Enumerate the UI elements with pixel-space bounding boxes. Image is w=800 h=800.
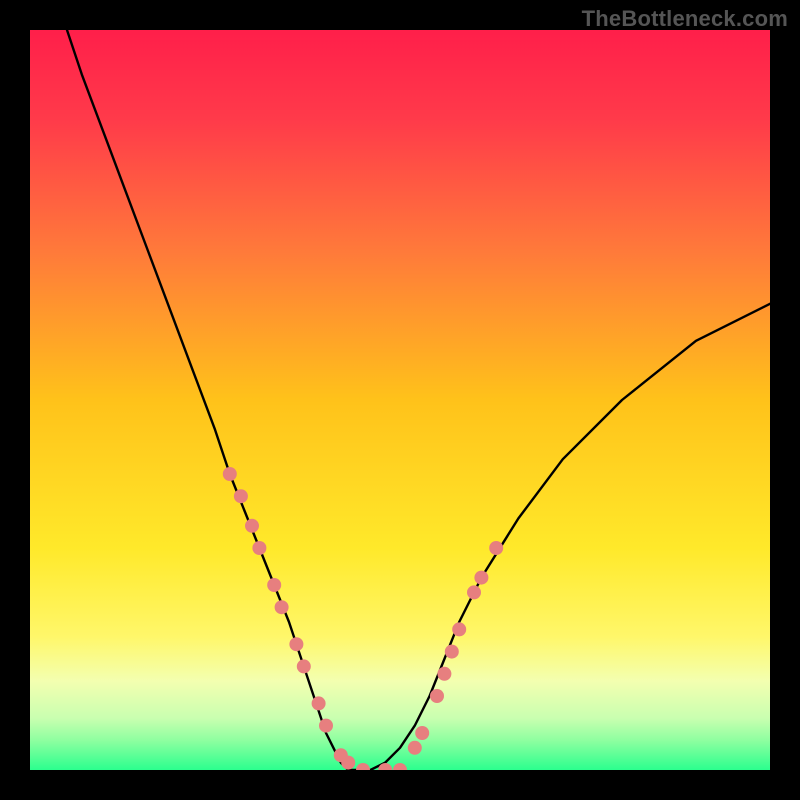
data-dot (289, 637, 303, 651)
data-dot (415, 726, 429, 740)
data-dot (437, 667, 451, 681)
data-dot (234, 489, 248, 503)
data-dot (319, 719, 333, 733)
watermark-text: TheBottleneck.com (582, 6, 788, 32)
data-dot (489, 541, 503, 555)
data-dot (452, 622, 466, 636)
gradient-background (30, 30, 770, 770)
data-dot (275, 600, 289, 614)
data-dot (312, 696, 326, 710)
chart-frame: TheBottleneck.com (0, 0, 800, 800)
data-dot (408, 741, 422, 755)
data-dot (223, 467, 237, 481)
data-dot (474, 571, 488, 585)
data-dot (430, 689, 444, 703)
data-dot (297, 659, 311, 673)
data-dot (341, 756, 355, 770)
plot-area (30, 30, 770, 770)
data-dot (445, 645, 459, 659)
data-dot (267, 578, 281, 592)
data-dot (467, 585, 481, 599)
data-dot (252, 541, 266, 555)
data-dot (245, 519, 259, 533)
chart-svg (30, 30, 770, 770)
